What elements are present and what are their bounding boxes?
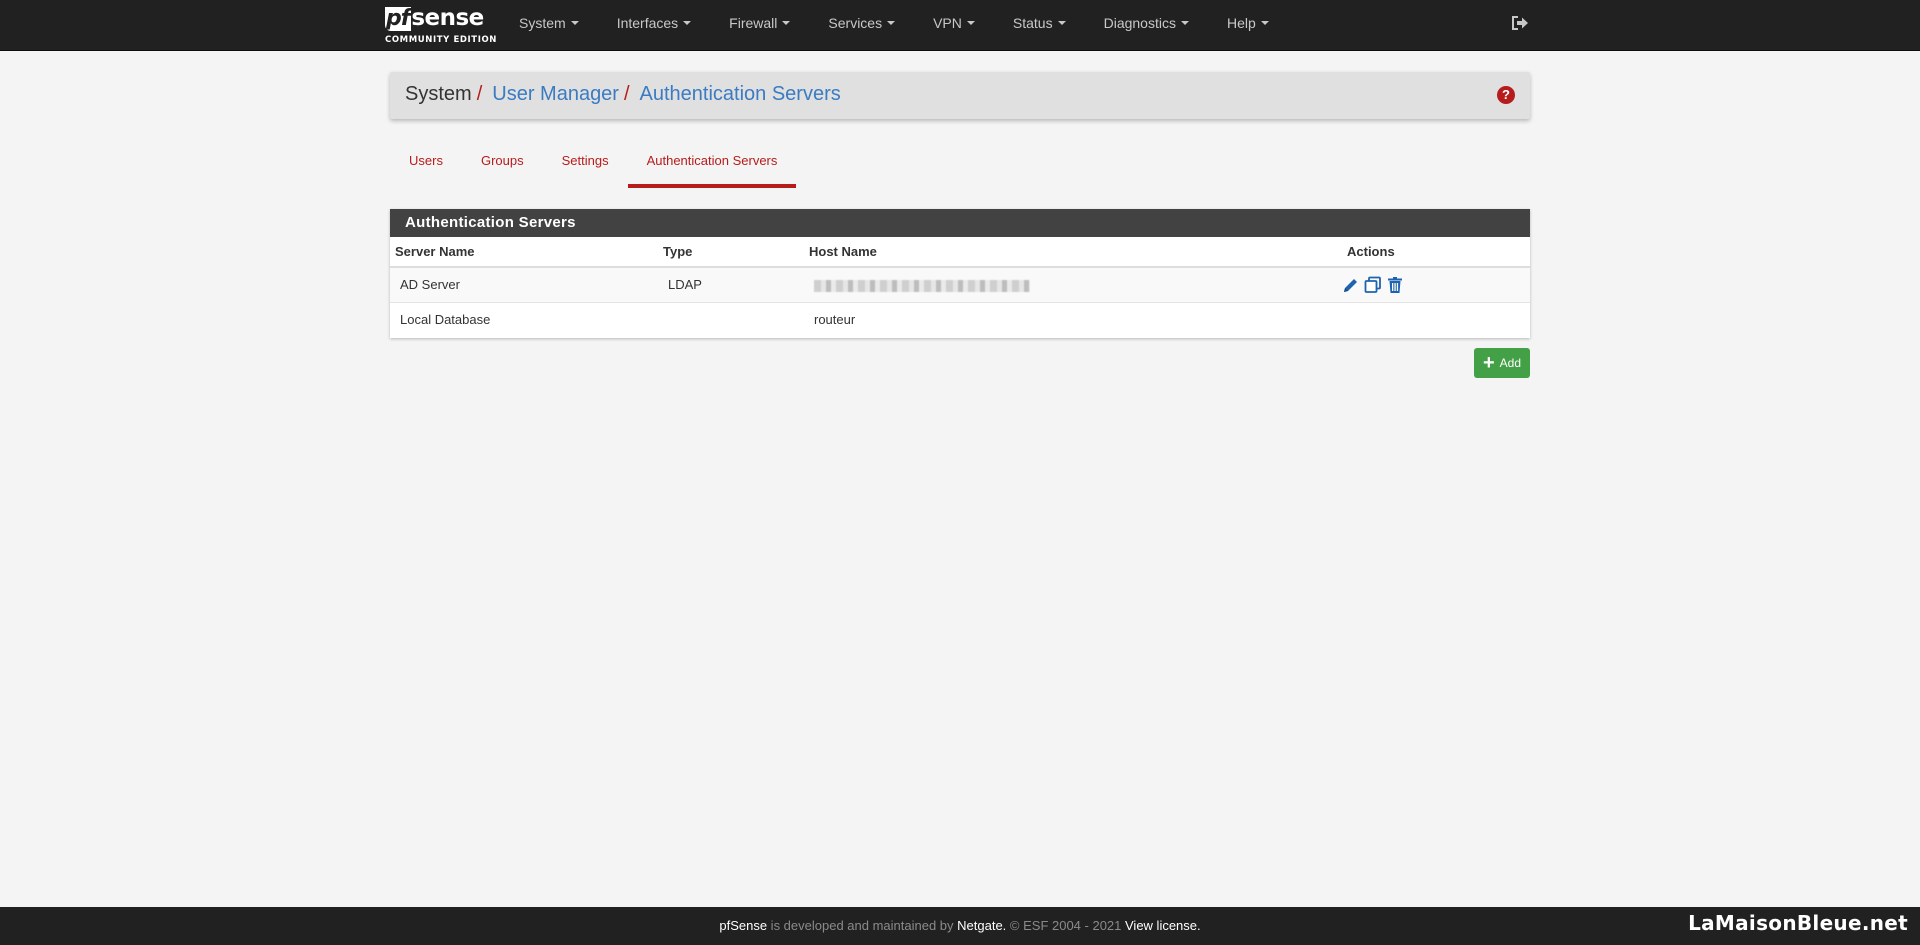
menu-label: System xyxy=(519,15,566,31)
breadcrumb: System / User Manager / Authentication S… xyxy=(405,83,841,106)
clone-icon[interactable] xyxy=(1364,276,1382,294)
footer: pfSense is developed and maintained by N… xyxy=(0,907,1920,945)
pencil-icon[interactable] xyxy=(1342,276,1360,294)
breadcrumb-separator: / xyxy=(476,83,483,105)
cell-server-name: Local Database xyxy=(390,301,658,337)
caret-down-icon xyxy=(570,21,579,25)
cell-host-name xyxy=(804,266,1342,302)
menu-label: Diagnostics xyxy=(1103,15,1176,31)
main-menu: System Interfaces Firewall Services VPN … xyxy=(500,0,1288,46)
trash-icon[interactable] xyxy=(1386,276,1404,294)
cell-actions xyxy=(1342,301,1530,337)
menu-interfaces[interactable]: Interfaces xyxy=(598,15,710,31)
menu-label: Help xyxy=(1226,15,1256,31)
footer-dev-text: is developed and maintained by xyxy=(767,918,958,933)
question-circle-icon[interactable]: ? xyxy=(1497,86,1515,104)
menu-status[interactable]: Status xyxy=(994,15,1085,31)
menu-help[interactable]: Help xyxy=(1208,15,1288,31)
caret-down-icon xyxy=(683,21,692,25)
cell-host-name: routeur xyxy=(804,301,1342,337)
footer-company-link[interactable]: Netgate. xyxy=(957,918,1006,933)
caret-down-icon xyxy=(966,21,975,25)
cell-type: LDAP xyxy=(658,266,804,302)
caret-down-icon xyxy=(887,21,896,25)
breadcrumb-root: System xyxy=(405,83,472,105)
breadcrumb-authentication-servers[interactable]: Authentication Servers xyxy=(640,83,841,106)
add-server-button[interactable]: + Add xyxy=(1474,348,1530,378)
menu-vpn[interactable]: VPN xyxy=(914,15,994,31)
table-header-row: Server Name Type Host Name Actions xyxy=(390,237,1530,268)
column-header-server-name[interactable]: Server Name xyxy=(390,237,658,268)
footer-product: pfSense xyxy=(719,918,768,933)
logo-pf: pf xyxy=(385,6,412,31)
table-row[interactable]: Local Database routeur xyxy=(390,301,1530,337)
redacted-host xyxy=(814,279,1030,292)
plus-icon: + xyxy=(1482,352,1495,374)
menu-label: Interfaces xyxy=(616,15,679,31)
cell-actions xyxy=(1342,266,1530,302)
menu-system[interactable]: System xyxy=(500,15,598,31)
logo-edition: COMMUNITY EDITION xyxy=(385,35,497,45)
menu-diagnostics[interactable]: Diagnostics xyxy=(1085,15,1208,31)
page-header: System / User Manager / Authentication S… xyxy=(390,72,1530,119)
pfsense-logo[interactable]: pf sense COMMUNITY EDITION xyxy=(385,6,497,46)
panel-title: Authentication Servers xyxy=(390,209,1530,237)
tab-bar: Users Groups Settings Authentication Ser… xyxy=(390,145,797,188)
breadcrumb-user-manager[interactable]: User Manager xyxy=(492,83,619,106)
menu-label: VPN xyxy=(933,15,962,31)
row-actions xyxy=(1342,276,1520,294)
footer-copyright: © ESF 2004 - 2021 xyxy=(1006,918,1125,933)
footer-text: pfSense is developed and maintained by N… xyxy=(0,918,1920,933)
tab-settings[interactable]: Settings xyxy=(543,145,628,188)
column-header-actions: Actions xyxy=(1342,237,1530,268)
table-row[interactable]: AD Server LDAP xyxy=(390,266,1530,302)
tab-users[interactable]: Users xyxy=(390,145,462,188)
add-button-label: Add xyxy=(1499,356,1522,370)
logo-wordmark: pf sense xyxy=(385,6,493,32)
top-navbar: pf sense COMMUNITY EDITION System Interfa… xyxy=(0,0,1920,51)
menu-label: Status xyxy=(1012,15,1053,31)
menu-services[interactable]: Services xyxy=(809,15,914,31)
column-header-type[interactable]: Type xyxy=(658,237,804,268)
cell-server-name: AD Server xyxy=(390,266,658,302)
caret-down-icon xyxy=(782,21,791,25)
watermark: LaMaisonBleue.net xyxy=(1688,911,1908,935)
footer-license-link[interactable]: View license. xyxy=(1125,918,1201,933)
breadcrumb-separator: / xyxy=(623,83,630,105)
column-header-host-name[interactable]: Host Name xyxy=(804,237,1342,268)
logo-sense: sense xyxy=(411,5,484,31)
caret-down-icon xyxy=(1180,21,1189,25)
authentication-servers-panel: Authentication Servers Server Name Type … xyxy=(390,209,1530,338)
sign-out-icon[interactable] xyxy=(1510,14,1530,32)
caret-down-icon xyxy=(1260,21,1269,25)
servers-table: Server Name Type Host Name Actions AD Se… xyxy=(390,237,1530,337)
tab-authentication-servers[interactable]: Authentication Servers xyxy=(627,145,797,188)
menu-label: Services xyxy=(828,15,883,31)
menu-label: Firewall xyxy=(729,15,778,31)
tab-groups[interactable]: Groups xyxy=(462,145,543,188)
cell-type xyxy=(658,301,804,337)
menu-firewall[interactable]: Firewall xyxy=(710,15,809,31)
caret-down-icon xyxy=(1057,21,1066,25)
